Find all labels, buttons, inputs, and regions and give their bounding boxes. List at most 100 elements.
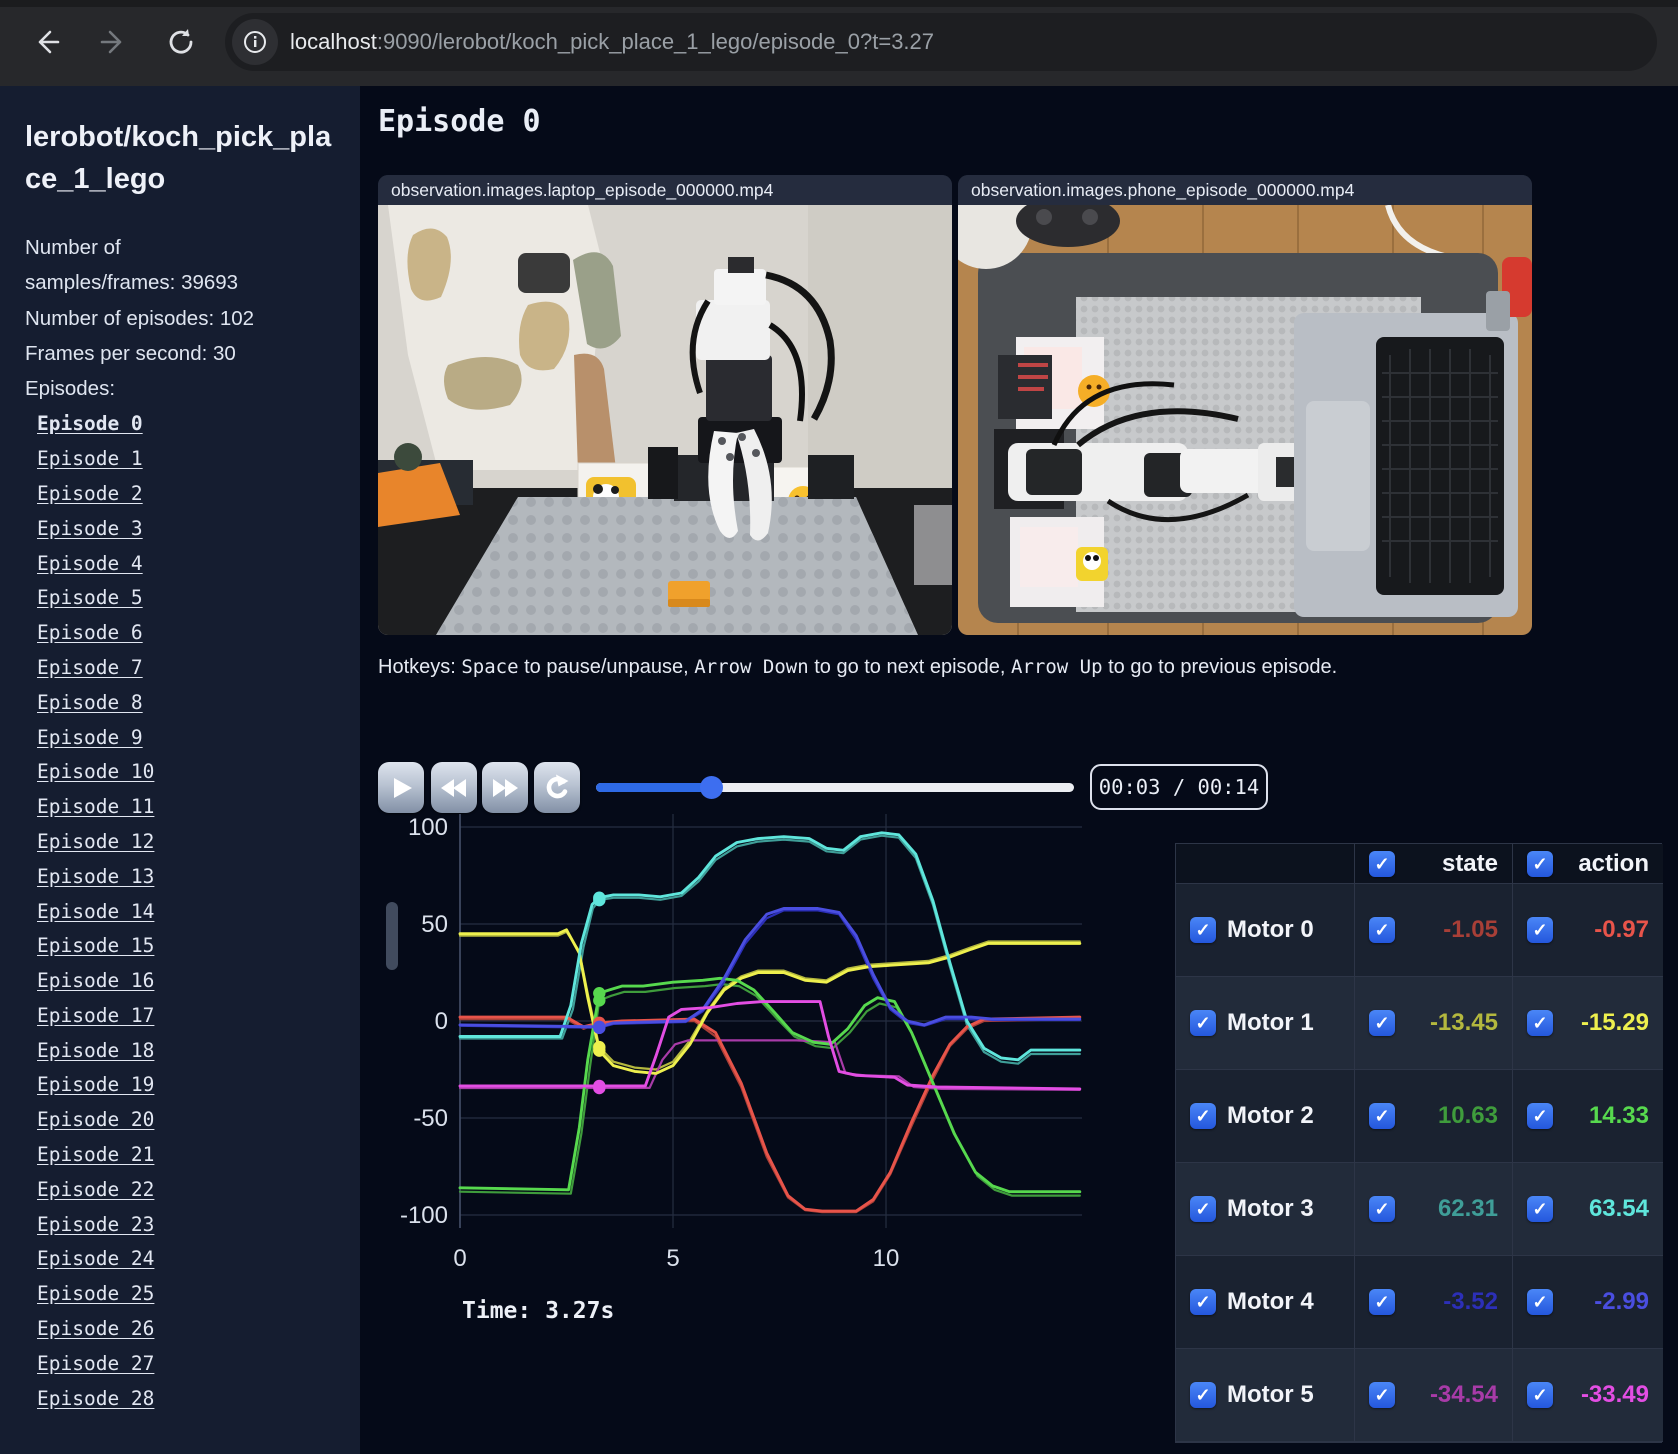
episode-link[interactable]: Episode 24 bbox=[37, 1247, 154, 1270]
hotkey-text: to pause/unpause, bbox=[518, 656, 695, 678]
motor-name-cell: Motor 5 bbox=[1176, 1349, 1355, 1442]
motor-action-checkbox[interactable] bbox=[1527, 917, 1553, 943]
episode-link[interactable]: Episode 12 bbox=[37, 830, 154, 853]
motor-state-checkbox[interactable] bbox=[1369, 1010, 1395, 1036]
motor-state-value: -13.45 bbox=[1429, 1009, 1498, 1036]
video-frame-phone bbox=[958, 205, 1532, 635]
motor-state-cell: -34.54 bbox=[1355, 1349, 1513, 1442]
motor-action-checkbox[interactable] bbox=[1527, 1196, 1553, 1222]
episode-link[interactable]: Episode 20 bbox=[37, 1108, 154, 1131]
episode-list-item: Episode 10 bbox=[37, 756, 360, 791]
page-title: Episode 0 bbox=[378, 104, 541, 139]
episode-link[interactable]: Episode 4 bbox=[37, 552, 143, 575]
motor-state-value: 62.31 bbox=[1437, 1195, 1498, 1222]
episode-list-item: Episode 4 bbox=[37, 548, 360, 583]
episode-link[interactable]: Episode 5 bbox=[37, 586, 143, 609]
episode-link[interactable]: Episode 17 bbox=[37, 1004, 154, 1027]
episode-list-item: Episode 17 bbox=[37, 1000, 360, 1035]
episode-link[interactable]: Episode 22 bbox=[37, 1178, 154, 1201]
state-header-cell: state bbox=[1355, 844, 1513, 884]
episode-link[interactable]: Episode 6 bbox=[37, 621, 143, 644]
motor-row-checkbox[interactable] bbox=[1190, 1196, 1216, 1222]
back-icon[interactable] bbox=[22, 18, 70, 66]
episode-list-item: Episode 6 bbox=[37, 617, 360, 652]
video-caption: observation.images.phone_episode_000000.… bbox=[958, 175, 1532, 205]
video-phone[interactable]: observation.images.phone_episode_000000.… bbox=[958, 175, 1532, 635]
svg-text:-100: -100 bbox=[400, 1202, 448, 1229]
episode-list-item: Episode 24 bbox=[37, 1243, 360, 1278]
episode-link[interactable]: Episode 0 bbox=[37, 412, 143, 435]
motor-action-value: -0.97 bbox=[1594, 916, 1649, 943]
svg-text:0: 0 bbox=[453, 1245, 466, 1272]
episode-link[interactable]: Episode 1 bbox=[37, 447, 143, 470]
episode-link[interactable]: Episode 13 bbox=[37, 865, 154, 888]
motor-action-checkbox[interactable] bbox=[1527, 1103, 1553, 1129]
episode-link[interactable]: Episode 3 bbox=[37, 517, 143, 540]
episode-link[interactable]: Episode 26 bbox=[37, 1317, 154, 1340]
video-laptop[interactable]: observation.images.laptop_episode_000000… bbox=[378, 175, 952, 635]
episode-link[interactable]: Episode 10 bbox=[37, 760, 154, 783]
episode-link[interactable]: Episode 7 bbox=[37, 656, 143, 679]
motor-row-checkbox[interactable] bbox=[1190, 1010, 1216, 1036]
episode-link[interactable]: Episode 14 bbox=[37, 900, 154, 923]
dataset-title: lerobot/koch_pick_place_1_lego bbox=[25, 121, 332, 196]
video-caption: observation.images.laptop_episode_000000… bbox=[378, 175, 952, 205]
episode-link[interactable]: Episode 16 bbox=[37, 969, 154, 992]
action-header-label: action bbox=[1578, 849, 1649, 877]
site-info-icon[interactable] bbox=[232, 19, 278, 65]
motor-row-checkbox[interactable] bbox=[1190, 1103, 1216, 1129]
episode-list: Episode 0 Episode 1 Episode 2 Episode 3 Epis… bbox=[25, 408, 360, 1417]
episode-link[interactable]: Episode 25 bbox=[37, 1282, 154, 1305]
state-header-checkbox[interactable] bbox=[1369, 850, 1395, 877]
motor-action-checkbox[interactable] bbox=[1527, 1382, 1553, 1408]
episode-link[interactable]: Episode 8 bbox=[37, 691, 143, 714]
episode-link[interactable]: Episode 23 bbox=[37, 1213, 154, 1236]
motor-row-checkbox[interactable] bbox=[1190, 1382, 1216, 1408]
chart-time-label: Time: 3.27s bbox=[462, 1298, 615, 1324]
motor-action-checkbox[interactable] bbox=[1527, 1010, 1553, 1036]
url-text: localhost:9090/lerobot/koch_pick_place_1… bbox=[290, 29, 935, 54]
episode-link[interactable]: Episode 19 bbox=[37, 1073, 154, 1096]
stat-samples: Number of samples/frames: 39693 bbox=[25, 236, 239, 295]
action-header-checkbox[interactable] bbox=[1527, 850, 1553, 877]
motor-row-checkbox[interactable] bbox=[1190, 917, 1216, 943]
episode-list-item: Episode 11 bbox=[37, 791, 360, 826]
episode-link[interactable]: Episode 28 bbox=[37, 1387, 154, 1410]
episode-list-item: Episode 27 bbox=[37, 1348, 360, 1383]
motor-name-cell: Motor 2 bbox=[1176, 1070, 1355, 1163]
motor-action-value: -15.29 bbox=[1580, 1009, 1649, 1036]
episode-list-item: Episode 25 bbox=[37, 1278, 360, 1313]
laptop bbox=[1294, 313, 1518, 617]
episode-link[interactable]: Episode 21 bbox=[37, 1143, 154, 1166]
scrollbar-thumb[interactable] bbox=[386, 902, 398, 970]
reload-icon[interactable] bbox=[157, 18, 205, 66]
motor-state-checkbox[interactable] bbox=[1369, 1289, 1395, 1315]
motor-action-checkbox[interactable] bbox=[1527, 1289, 1553, 1315]
motor-row-checkbox[interactable] bbox=[1190, 1289, 1216, 1315]
forward-icon[interactable] bbox=[90, 18, 138, 66]
action-header-cell: action bbox=[1513, 844, 1663, 884]
episode-link[interactable]: Episode 15 bbox=[37, 934, 154, 957]
episode-link[interactable]: Episode 11 bbox=[37, 795, 154, 818]
dataset-stats: Number of samples/frames: 39693 Number o… bbox=[25, 230, 275, 406]
motor-state-checkbox[interactable] bbox=[1369, 1196, 1395, 1222]
episode-link[interactable]: Episode 2 bbox=[37, 482, 143, 505]
episode-list-item: Episode 12 bbox=[37, 826, 360, 861]
motor-state-value: -1.05 bbox=[1443, 916, 1498, 943]
episode-link[interactable]: Episode 27 bbox=[37, 1352, 154, 1375]
url-bar[interactable]: localhost:9090/lerobot/koch_pick_place_1… bbox=[225, 13, 1657, 71]
motor-action-cell: 63.54 bbox=[1513, 1163, 1663, 1256]
motor-state-cell: 10.63 bbox=[1355, 1070, 1513, 1163]
motor-state-value: 10.63 bbox=[1437, 1102, 1498, 1129]
episode-link[interactable]: Episode 9 bbox=[37, 726, 143, 749]
motor-name-label: Motor 4 bbox=[1227, 1288, 1314, 1315]
motor-state-checkbox[interactable] bbox=[1369, 1103, 1395, 1129]
motor-action-value: -33.49 bbox=[1580, 1381, 1649, 1408]
episode-link[interactable]: Episode 18 bbox=[37, 1039, 154, 1062]
motor-state-cell: -13.45 bbox=[1355, 977, 1513, 1070]
motor-state-checkbox[interactable] bbox=[1369, 917, 1395, 943]
episode-list-item: Episode 13 bbox=[37, 861, 360, 896]
episode-list-item: Episode 1 bbox=[37, 443, 360, 478]
app-window: localhost:9090/lerobot/koch_pick_place_1… bbox=[0, 0, 1678, 1454]
motor-state-checkbox[interactable] bbox=[1369, 1382, 1395, 1408]
